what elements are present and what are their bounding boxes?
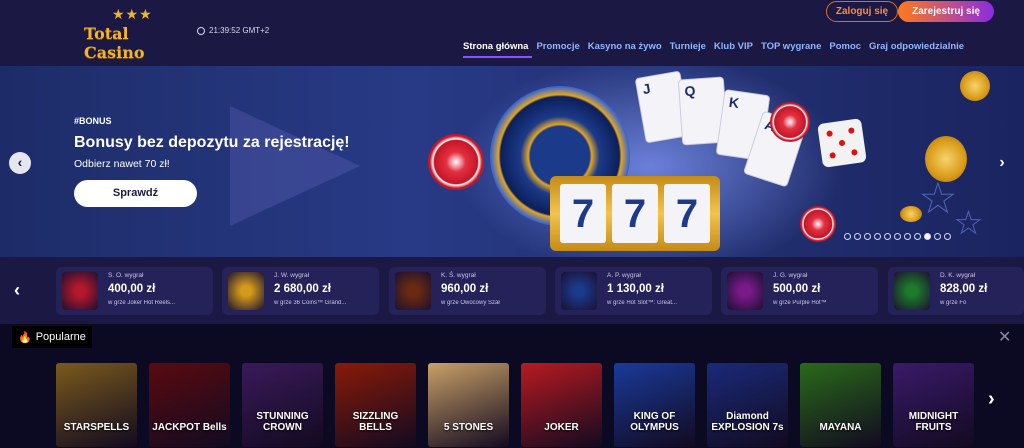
close-icon[interactable]: ✕ [998,327,1011,347]
winner-card[interactable]: J. G. wygrał 500,00 zł w grze Purple Hot… [721,267,878,315]
carousel-dot[interactable] [944,233,951,240]
coin-image [925,136,967,182]
game-tile[interactable]: JOKER [521,363,602,447]
tab-popular[interactable]: 🔥 Popularne [12,326,92,348]
game-tile[interactable]: 5 STONES [428,363,509,447]
chevron-left-icon[interactable]: ‹ [9,152,31,174]
poker-chip-image [428,134,484,190]
game-thumbnail [395,272,431,310]
hero-banner[interactable]: ★ ★ J Q K A 7 7 7 #BONUS Bonusy bez depo… [0,66,1024,257]
clock-text: 21:39:52 GMT+2 [209,26,270,35]
nav-vip-club[interactable]: Klub VIP [710,41,757,58]
carousel-dot[interactable] [924,233,931,240]
clock-icon [197,26,205,35]
game-tile[interactable]: KING OF OLYMPUS [614,363,695,447]
slot-reels-image: 7 7 7 [550,176,720,251]
game-thumbnail [561,272,597,310]
star-decoration-icon: ★ [920,177,957,222]
carousel-dots [844,233,951,240]
winner-card[interactable]: A. P. wygrał 1 130,00 zł w grze Hot Slot… [555,267,712,315]
game-thumbnail [894,272,930,310]
winner-card[interactable]: K. Ś. wygrał 960,00 zł w grze Owocowy Sz… [389,267,546,315]
poker-chip-image [770,102,810,142]
game-tile[interactable]: MIDNIGHT FRUITS [893,363,974,447]
game-tile[interactable]: MAYANA [800,363,881,447]
game-thumbnail [228,272,264,310]
clock: 21:39:52 GMT+2 [197,26,269,35]
carousel-dot[interactable] [874,233,881,240]
nav-help[interactable]: Pomoc [825,41,865,58]
nav-responsible-gaming[interactable]: Graj odpowiedzialnie [865,41,968,58]
chevron-left-icon[interactable]: ‹ [14,280,20,301]
winner-card[interactable]: S. O. wygrał 400,00 zł w grze Joker Hot … [56,267,213,315]
logo[interactable]: ★★★ Total Casino [84,6,176,62]
coin-image [960,71,990,101]
coin-image [900,206,922,222]
carousel-dot[interactable] [894,233,901,240]
star-decoration-icon: ★ [955,207,983,241]
header: ★★★ Total Casino 21:39:52 GMT+2 Zaloguj … [0,0,1024,66]
nav-home[interactable]: Strona główna [463,41,533,58]
chevron-right-icon[interactable]: › [991,152,1013,174]
check-button[interactable]: Sprawdź [74,180,197,207]
fire-icon: 🔥 [18,331,32,344]
arrow-decoration-icon [230,106,360,226]
dice-image [817,118,867,168]
game-tile[interactable]: STUNNING CROWN [242,363,323,447]
games-row: STARSPELLS JACKPOT Bells STUNNING CROWN … [56,363,974,447]
carousel-dot[interactable] [934,233,941,240]
game-tile[interactable]: Diamond EXPLOSION 7s [707,363,788,447]
login-button[interactable]: Zaloguj się [826,1,898,22]
nav-tournaments[interactable]: Turnieje [666,41,710,58]
game-tile[interactable]: SIZZLING BELLS [335,363,416,447]
recent-winners: ‹ › S. O. wygrał 400,00 zł w grze Joker … [0,257,1024,324]
carousel-dot[interactable] [854,233,861,240]
logo-stars-icon: ★★★ [112,6,153,22]
nav-top-wins[interactable]: TOP wygrane [757,41,825,58]
chevron-right-icon[interactable]: › [988,388,995,411]
game-tile[interactable]: STARSPELLS [56,363,137,447]
carousel-dot[interactable] [864,233,871,240]
popular-games: 🔥 Popularne ✕ STARSPELLS JACKPOT Bells S… [0,324,1024,448]
main-nav: Strona główna Promocje Kasyno na żywo Tu… [463,41,968,58]
nav-promotions[interactable]: Promocje [532,41,583,58]
bonus-subtitle: Odbierz nawet 70 zł! [74,158,170,170]
carousel-dot[interactable] [844,233,851,240]
winner-card[interactable]: D. K. wygrał 828,00 zł w grze Fo [888,267,1024,315]
carousel-dot[interactable] [884,233,891,240]
winner-card[interactable]: J. W. wygrał 2 680,00 zł w grze 36 Coins… [222,267,379,315]
poker-chip-image [800,206,836,242]
game-thumbnail [727,272,763,310]
carousel-dot[interactable] [914,233,921,240]
carousel-dot[interactable] [904,233,911,240]
nav-live-casino[interactable]: Kasyno na żywo [584,41,666,58]
game-tile[interactable]: JACKPOT Bells [149,363,230,447]
bonus-tag: #BONUS [74,116,112,126]
bonus-title: Bonusy bez depozytu za rejestrację! [74,134,350,151]
game-thumbnail [62,272,98,310]
register-button[interactable]: Zarejestruj się [898,1,994,22]
